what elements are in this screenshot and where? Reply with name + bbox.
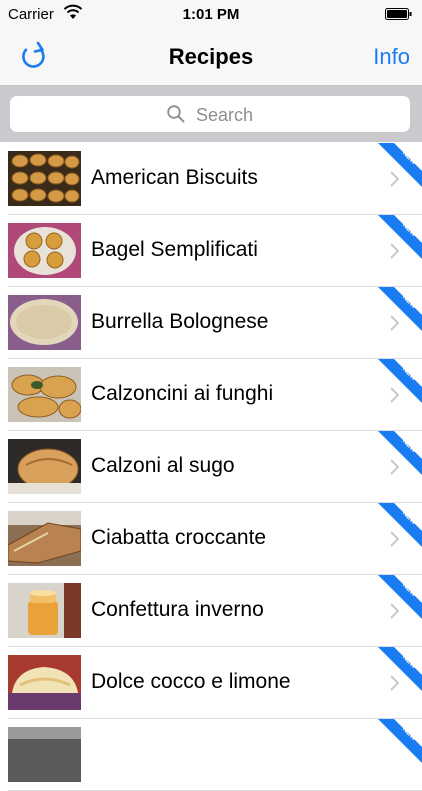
new-badge: NEW [378, 431, 422, 475]
recipe-thumbnail-calzoncini [8, 367, 81, 422]
recipe-thumbnail-flatbread [8, 295, 81, 350]
recipe-row-calzoncini-ai-funghi[interactable]: Calzoncini ai funghi NEW [0, 359, 422, 431]
new-badge: NEW [378, 575, 422, 619]
new-badge: NEW [378, 359, 422, 403]
recipe-row-american-biscuits[interactable]: American Biscuits NEW [0, 143, 422, 215]
search-input[interactable] [194, 102, 398, 128]
recipe-title: Bagel Semplificati [91, 238, 258, 261]
new-badge: NEW [378, 287, 422, 331]
search-field[interactable] [10, 96, 410, 132]
recipe-row-bagel-semplificati[interactable]: Bagel Semplificati NEW [0, 215, 422, 287]
new-badge: NEW [378, 143, 422, 187]
recipe-thumbnail-calzone [8, 439, 81, 494]
recipe-thumbnail-partial [8, 727, 81, 782]
recipe-list: American Biscuits NEW Bagel Semplificati… [0, 143, 422, 791]
new-badge: NEW [378, 719, 422, 763]
recipe-row-partial[interactable]: NEW [0, 719, 422, 791]
recipe-thumbnail-jam [8, 583, 81, 638]
info-button[interactable]: Info [373, 44, 410, 70]
recipe-thumbnail-ciabatta [8, 511, 81, 566]
recipe-thumbnail-biscuits [8, 151, 81, 206]
recipe-row-dolce-cocco-e-limone[interactable]: Dolce cocco e limone NEW [0, 647, 422, 719]
recipe-row-ciabatta-croccante[interactable]: Ciabatta croccante NEW [0, 503, 422, 575]
new-badge: NEW [378, 215, 422, 259]
recipe-row-calzoni-al-sugo[interactable]: Calzoni al sugo NEW [0, 431, 422, 503]
status-bar: Carrier 1:01 PM [0, 0, 422, 30]
recipe-title: Ciabatta croccante [91, 526, 267, 549]
recipe-thumbnail-cake [8, 655, 81, 710]
recipe-title: Dolce cocco e limone [91, 670, 291, 693]
status-time: 1:01 PM [182, 6, 240, 23]
navigation-bar: Recipes Info [0, 30, 422, 86]
recipe-title: Calzoni al sugo [91, 454, 235, 477]
new-badge: NEW [378, 647, 422, 691]
recipe-row-confettura-inverno[interactable]: Confettura inverno NEW [0, 575, 422, 647]
search-icon [167, 105, 185, 123]
page-title: Recipes [168, 44, 254, 69]
recipe-thumbnail-bagels [8, 223, 81, 278]
recipe-row-burrella-bolognese[interactable]: Burrella Bolognese NEW [0, 287, 422, 359]
recipe-title: American Biscuits [91, 166, 258, 189]
recipe-title: Confettura inverno [91, 598, 264, 621]
recipe-title: Calzoncini ai funghi [91, 382, 274, 405]
battery-icon [385, 8, 412, 20]
recipe-title: Burrella Bolognese [91, 310, 269, 333]
search-bar [0, 86, 422, 142]
new-badge: NEW [378, 503, 422, 547]
